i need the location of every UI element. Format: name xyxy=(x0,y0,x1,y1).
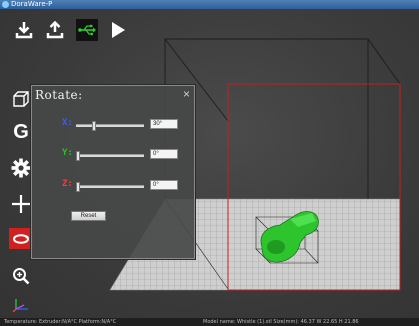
window-title: DoraWare-P xyxy=(11,0,53,8)
rotate-slider-x[interactable] xyxy=(76,121,144,131)
rotate-row-y: Y: 0° xyxy=(32,148,194,161)
window-titlebar: DoraWare-P xyxy=(0,0,419,9)
zoom-in-icon xyxy=(13,268,30,285)
slider-thumb-x[interactable] xyxy=(92,121,96,131)
settings-button[interactable] xyxy=(10,157,32,179)
rotate-row-x: X: 30° xyxy=(32,118,194,131)
axes-indicator xyxy=(10,294,32,316)
app-icon xyxy=(2,1,9,8)
usb-icon xyxy=(78,24,96,36)
upload-icon xyxy=(46,21,64,39)
gcode-button[interactable]: G xyxy=(10,121,32,143)
axes-icon xyxy=(12,299,28,313)
upload-button[interactable] xyxy=(44,19,66,41)
axis-label-x: X: xyxy=(62,118,73,128)
reset-button[interactable]: Reset xyxy=(71,211,106,221)
play-icon xyxy=(112,22,125,38)
download-icon xyxy=(15,22,33,39)
rotate-panel: Rotate: × X: 30° Y: 0° Z: 0° Reset xyxy=(31,85,195,259)
status-temperature: Temperature: Extruder:N/A°C Platform:N/A… xyxy=(4,319,117,325)
status-bar: Temperature: Extruder:N/A°C Platform:N/A… xyxy=(0,318,419,326)
slider-thumb-z[interactable] xyxy=(76,182,80,192)
status-model-info: Model name: Whistle (1).stl Size(mm): 46… xyxy=(203,319,359,325)
axis-label-z: Z: xyxy=(62,179,73,189)
rotate-slider-y[interactable] xyxy=(76,151,144,161)
move-button[interactable] xyxy=(10,193,32,215)
cube-view-icon xyxy=(13,91,29,107)
slider-thumb-y[interactable] xyxy=(76,151,80,161)
build-volume-back-edges xyxy=(164,38,401,199)
close-icon[interactable]: × xyxy=(183,87,190,101)
rotate-slider-z[interactable] xyxy=(76,182,144,192)
gcode-icon: G xyxy=(13,121,29,143)
axis-label-y: Y: xyxy=(62,148,73,158)
rotate-button[interactable] xyxy=(9,228,33,249)
play-button[interactable] xyxy=(107,19,129,41)
rotate-row-z: Z: 0° xyxy=(32,179,194,192)
usb-button[interactable] xyxy=(76,19,98,41)
move-crosshair-icon xyxy=(12,195,30,213)
rotate-panel-title: Rotate: xyxy=(35,88,83,102)
cube-view-button[interactable] xyxy=(10,88,32,110)
rotate-value-x[interactable]: 30° xyxy=(150,119,178,129)
rotate-icon xyxy=(13,233,29,244)
zoom-button[interactable] xyxy=(10,265,32,287)
settings-gear-icon xyxy=(11,158,31,178)
rotate-value-z[interactable]: 0° xyxy=(150,180,178,190)
rotate-value-y[interactable]: 0° xyxy=(150,149,178,159)
download-button[interactable] xyxy=(13,19,35,41)
